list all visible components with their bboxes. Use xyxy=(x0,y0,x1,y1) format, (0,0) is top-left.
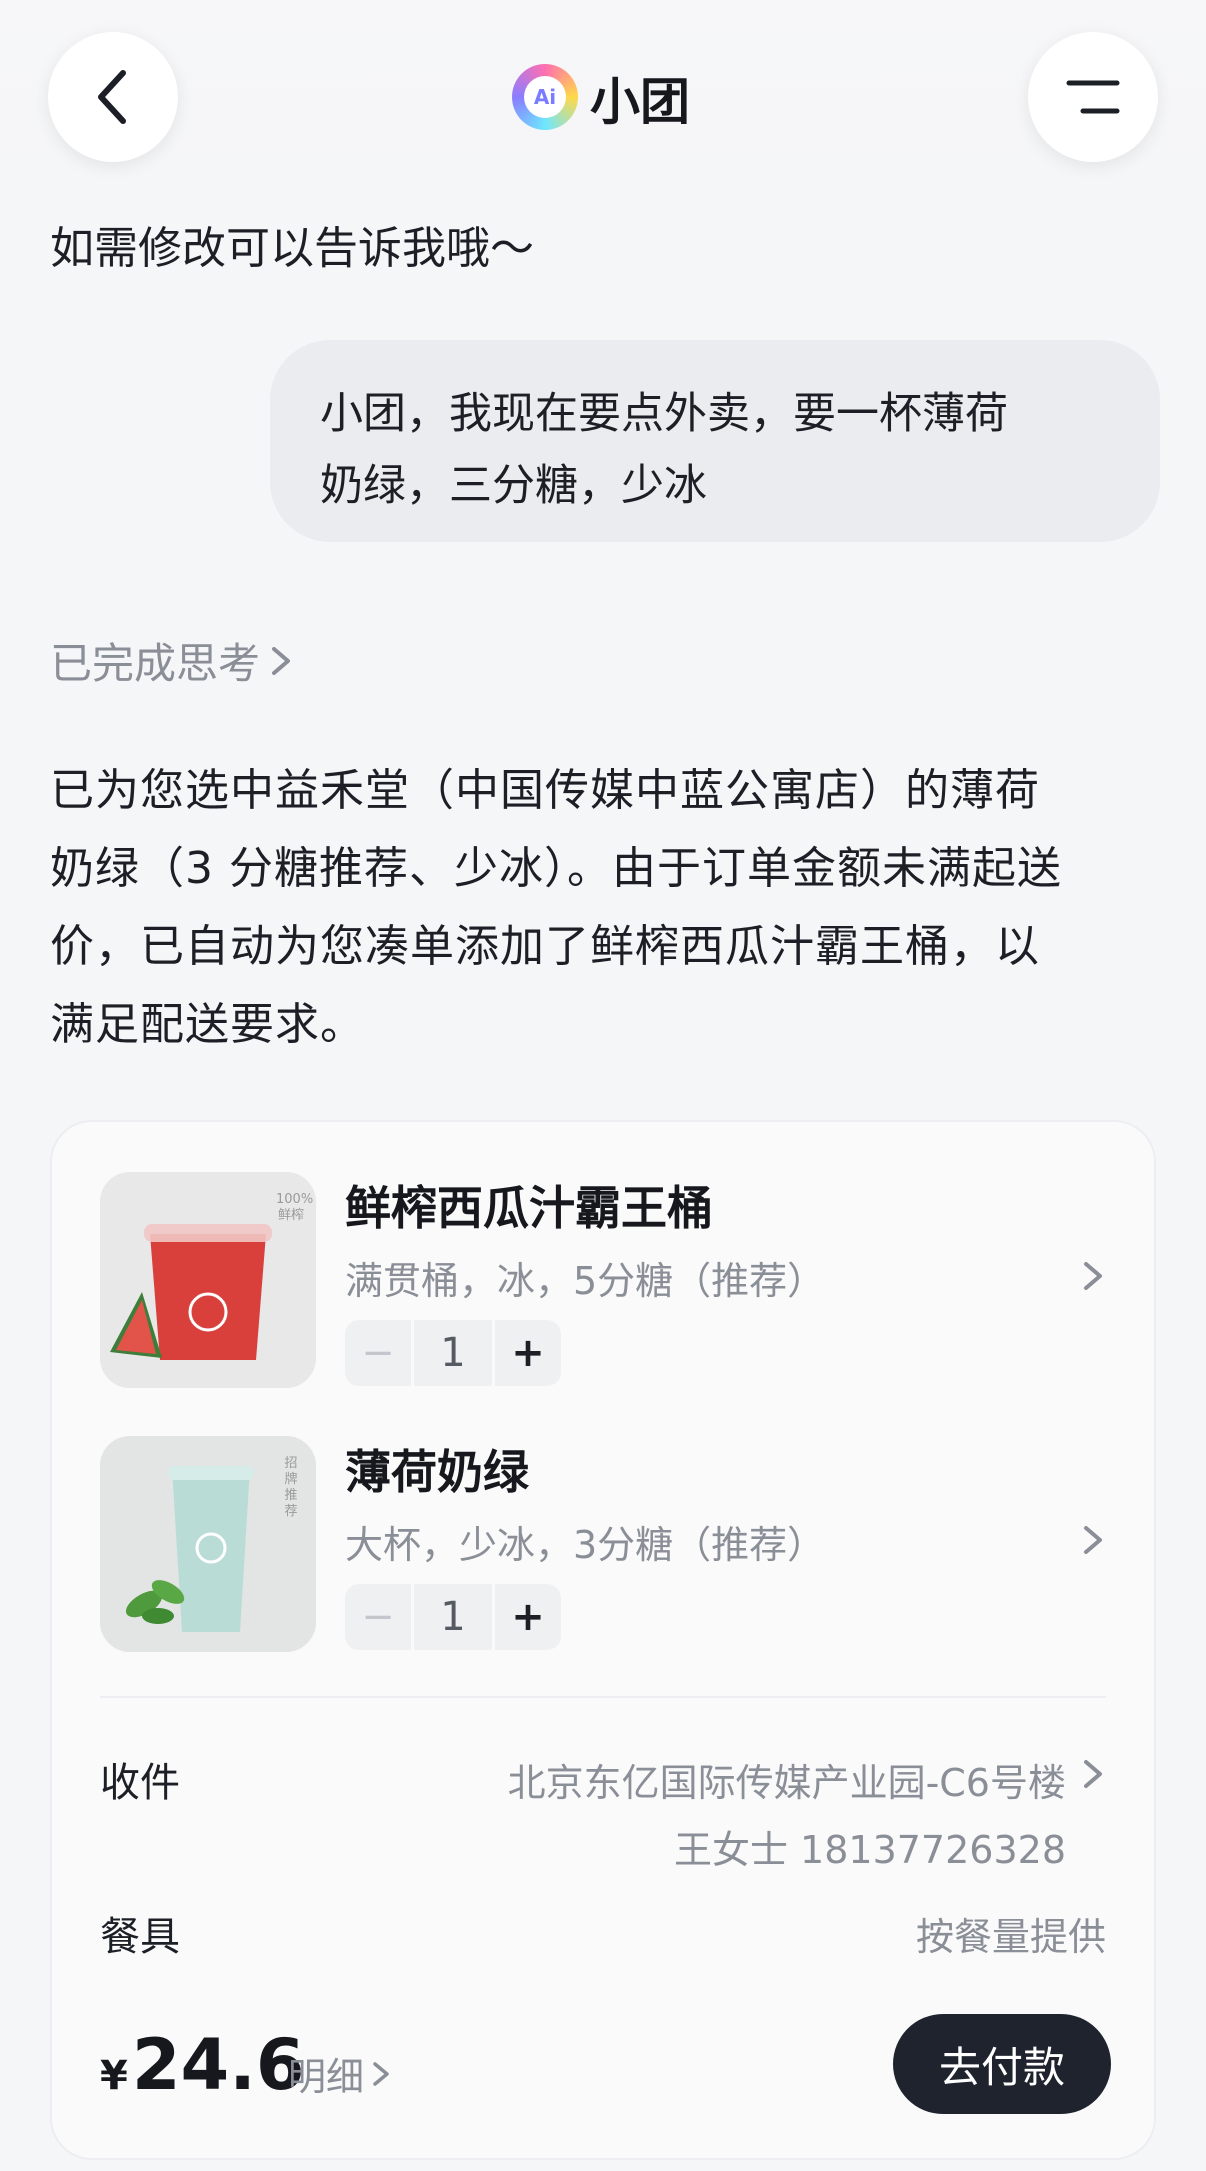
receiver-contact: 王女士 18137726328 xyxy=(673,1828,1066,1872)
divider xyxy=(100,1696,1106,1698)
answer-line: 奶绿（3 分糖推荐、少冰）。由于订单金额未满起送 xyxy=(50,843,1062,894)
user-message-line: 奶绿，三分糖，少冰 xyxy=(320,461,707,511)
decrement-button[interactable]: − xyxy=(345,1320,411,1386)
page-title: 小团 xyxy=(590,73,690,131)
watermelon-juice-image: 100%鲜榨 xyxy=(100,1172,316,1388)
chevron-left-icon xyxy=(98,70,126,124)
assistant-answer: 已为您选中益禾堂（中国传媒中蓝公寓店）的薄荷 奶绿（3 分糖推荐、少冰）。由于订… xyxy=(50,752,1170,1064)
pay-button[interactable]: 去付款 xyxy=(893,2014,1111,2114)
decrement-button[interactable]: − xyxy=(345,1584,411,1650)
tableware-value[interactable]: 按餐量提供 xyxy=(700,1906,1106,1961)
detail-label: 明细 xyxy=(288,2055,365,2099)
receiver-address: 北京东亿国际传媒产业园-C6号楼 xyxy=(507,1761,1066,1805)
answer-line: 满足配送要求。 xyxy=(50,999,365,1050)
price-summary: ¥ 24.6 xyxy=(100,2024,305,2106)
item-name[interactable]: 薄荷奶绿 xyxy=(345,1436,529,1502)
user-message-bubble: 小团，我现在要点外卖，要一杯薄荷 奶绿，三分糖，少冰 xyxy=(270,340,1160,542)
logo-mark: Ai xyxy=(524,76,566,118)
item-spec[interactable]: 满贯桶，冰，5分糖（推荐） xyxy=(345,1250,825,1305)
answer-line: 价，已自动为您凑单添加了鲜榨西瓜汁霸王桶，以 xyxy=(50,921,1040,972)
assistant-message-previous: 如需修改可以告诉我哦～ xyxy=(50,223,534,274)
currency-symbol: ¥ xyxy=(100,2053,128,2099)
mint-milk-tea-image: 招牌推荐 xyxy=(100,1436,316,1652)
thinking-toggle[interactable]: 已完成思考 xyxy=(50,630,294,691)
menu-icon xyxy=(1066,80,1120,114)
back-button[interactable] xyxy=(48,32,178,162)
chevron-right-icon xyxy=(1084,1760,1102,1788)
assistant-logo: Ai xyxy=(512,64,578,130)
quantity-stepper: − 1 + xyxy=(345,1320,561,1386)
chevron-right-icon xyxy=(373,2061,389,2086)
total-price: 24.6 xyxy=(131,2024,305,2106)
increment-button[interactable]: + xyxy=(495,1584,561,1650)
menu-button[interactable] xyxy=(1028,32,1158,162)
quantity-value: 1 xyxy=(414,1584,492,1650)
chevron-right-icon[interactable] xyxy=(1080,1256,1106,1296)
user-message-line: 小团，我现在要点外卖，要一杯薄荷 xyxy=(320,389,1008,439)
chevron-right-icon xyxy=(272,646,291,675)
tableware-label: 餐具 xyxy=(100,1914,180,1960)
chevron-right-icon[interactable] xyxy=(1080,1520,1106,1560)
price-detail-link[interactable]: 明细 xyxy=(288,2046,392,2101)
item-name[interactable]: 鲜榨西瓜汁霸王桶 xyxy=(345,1172,713,1238)
increment-button[interactable]: + xyxy=(495,1320,561,1386)
item-spec[interactable]: 大杯，少冰，3分糖（推荐） xyxy=(345,1514,825,1569)
quantity-value: 1 xyxy=(414,1320,492,1386)
answer-line: 已为您选中益禾堂（中国传媒中蓝公寓店）的薄荷 xyxy=(50,765,1040,816)
quantity-stepper: − 1 + xyxy=(345,1584,561,1650)
product-badge: 招牌推荐 xyxy=(284,1456,298,1519)
thinking-label: 已完成思考 xyxy=(50,639,261,688)
product-badge: 100%鲜榨 xyxy=(276,1192,314,1223)
receiver-label: 收件 xyxy=(100,1760,180,1806)
receiver-address-row[interactable]: 北京东亿国际传媒产业园-C6号楼 王女士 18137726328 xyxy=(440,1752,1106,1874)
